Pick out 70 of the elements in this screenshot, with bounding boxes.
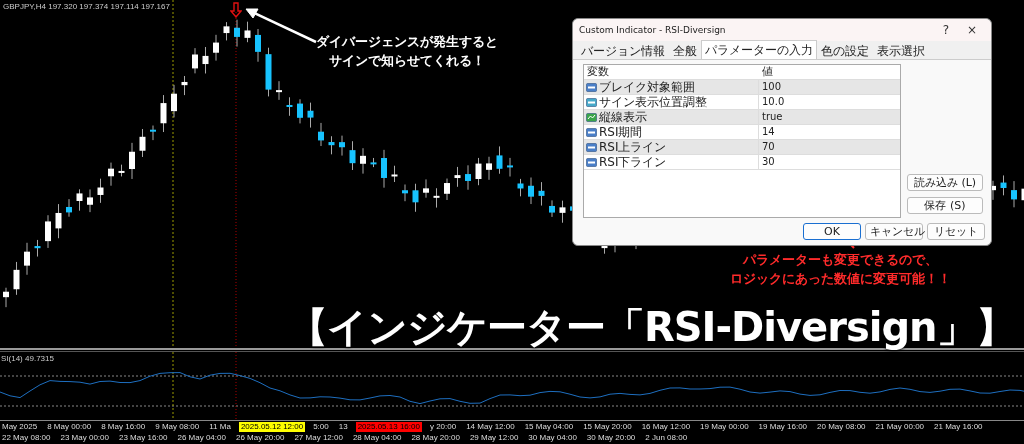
column-header: 変数 — [586, 65, 610, 79]
time-label: 11 Ma — [208, 422, 232, 432]
time-label: 9 May 08:00 — [154, 422, 201, 432]
dialog-tab[interactable]: 表示選択 — [873, 42, 929, 59]
time-label: 2 Jun 08:00 — [644, 433, 689, 443]
time-label: 14 May 12:00 — [465, 422, 516, 432]
parameter-type-icon — [586, 82, 597, 92]
dialog-button[interactable]: 保存 (S) — [907, 197, 983, 214]
dialog-title: Custom Indicator - RSI-Diversign — [579, 25, 727, 35]
parameter-value[interactable]: true — [759, 110, 900, 124]
time-label: 22 May 08:00 — [1, 433, 52, 443]
time-label: 19 May 16:00 — [757, 422, 809, 432]
close-button[interactable]: × — [959, 23, 985, 37]
time-label: 20 May 08:00 — [816, 422, 867, 432]
callout-text: サインで知らせてくれる！ — [329, 52, 485, 70]
time-label: 28 May 04:00 — [351, 433, 403, 443]
down-arrow-icon — [230, 2, 242, 18]
time-label: 23 May 00:00 — [59, 433, 110, 443]
chart-header: GBPJPY,H4 197.320 197.374 197.114 197.167 — [3, 2, 170, 11]
time-label: 23 May 16:00 — [117, 433, 169, 443]
column-header: 値 — [761, 65, 774, 79]
parameter-value[interactable]: 70 — [759, 140, 900, 154]
callout-text: ロジックにあった数値に変更可能！！ — [730, 270, 951, 288]
time-label: y 20:00 — [428, 422, 458, 432]
time-label: 15 May 04:00 — [523, 422, 575, 432]
time-label: 5:00 — [312, 422, 330, 432]
dialog-tab[interactable]: バージョン情報 — [577, 42, 669, 59]
parameter-type-icon — [586, 142, 597, 152]
time-label: 21 May 00:00 — [874, 422, 926, 432]
time-label: 8 May 00:00 — [46, 422, 93, 432]
dialog-button[interactable]: キャンセル — [865, 223, 923, 240]
time-label: 2025.05.13 16:00 — [355, 422, 422, 432]
time-label: 27 May 12:00 — [293, 433, 344, 443]
dialog-tab[interactable]: 全般 — [669, 42, 701, 59]
dialog-button[interactable]: 読み込み (L) — [907, 174, 983, 191]
parameter-name: ブレイク対象範囲 — [599, 80, 695, 94]
time-label: 13 — [337, 422, 349, 432]
indicator-label: SI(14) 49.7315 — [1, 354, 54, 363]
dialog-tab[interactable]: 色の設定 — [817, 42, 873, 59]
callout-text: ダイバージェンスが発生すると — [316, 33, 498, 51]
time-label: 2025.05.12 12:00 — [238, 422, 306, 432]
time-label: 29 May 12:00 — [468, 433, 520, 443]
parameter-name: RSI下ライン — [599, 155, 667, 169]
time-label: May 2025 — [1, 422, 39, 432]
time-label: 15 May 20:00 — [582, 422, 633, 432]
time-label: 16 May 12:00 — [640, 422, 692, 432]
headline-text: 【インジケーター「RSI-Diversign」】 — [288, 303, 1015, 352]
parameter-value[interactable]: 10.0 — [759, 95, 900, 109]
callout-text: パラメーターも変更できるので、 — [743, 251, 938, 269]
time-label: 19 May 00:00 — [699, 422, 750, 432]
time-label: 30 May 04:00 — [527, 433, 578, 443]
dialog-button[interactable]: リセット — [927, 223, 985, 240]
parameter-name: 縦線表示 — [599, 110, 647, 124]
parameter-name: RSI期間 — [599, 125, 643, 139]
parameter-type-icon — [586, 112, 597, 122]
help-button[interactable]: ? — [933, 23, 959, 37]
pointer-arrow — [245, 8, 317, 44]
parameter-value[interactable]: 30 — [759, 155, 900, 169]
dialog-tab[interactable]: パラメーターの入力 — [701, 40, 817, 59]
time-label: 30 May 20:00 — [585, 433, 637, 443]
parameter-name: サイン表示位置調整 — [599, 95, 707, 109]
time-label: 26 May 20:00 — [234, 433, 286, 443]
parameter-value[interactable]: 100 — [759, 80, 900, 94]
parameter-name: RSI上ライン — [599, 140, 667, 154]
time-label: 21 May 16:00 — [933, 422, 984, 432]
time-label: 26 May 04:00 — [176, 433, 227, 443]
dialog-button[interactable]: OK — [803, 223, 861, 240]
parameter-value[interactable]: 14 — [759, 125, 900, 139]
time-label: 8 May 16:00 — [100, 422, 147, 432]
time-label: 28 May 20:00 — [410, 433, 461, 443]
